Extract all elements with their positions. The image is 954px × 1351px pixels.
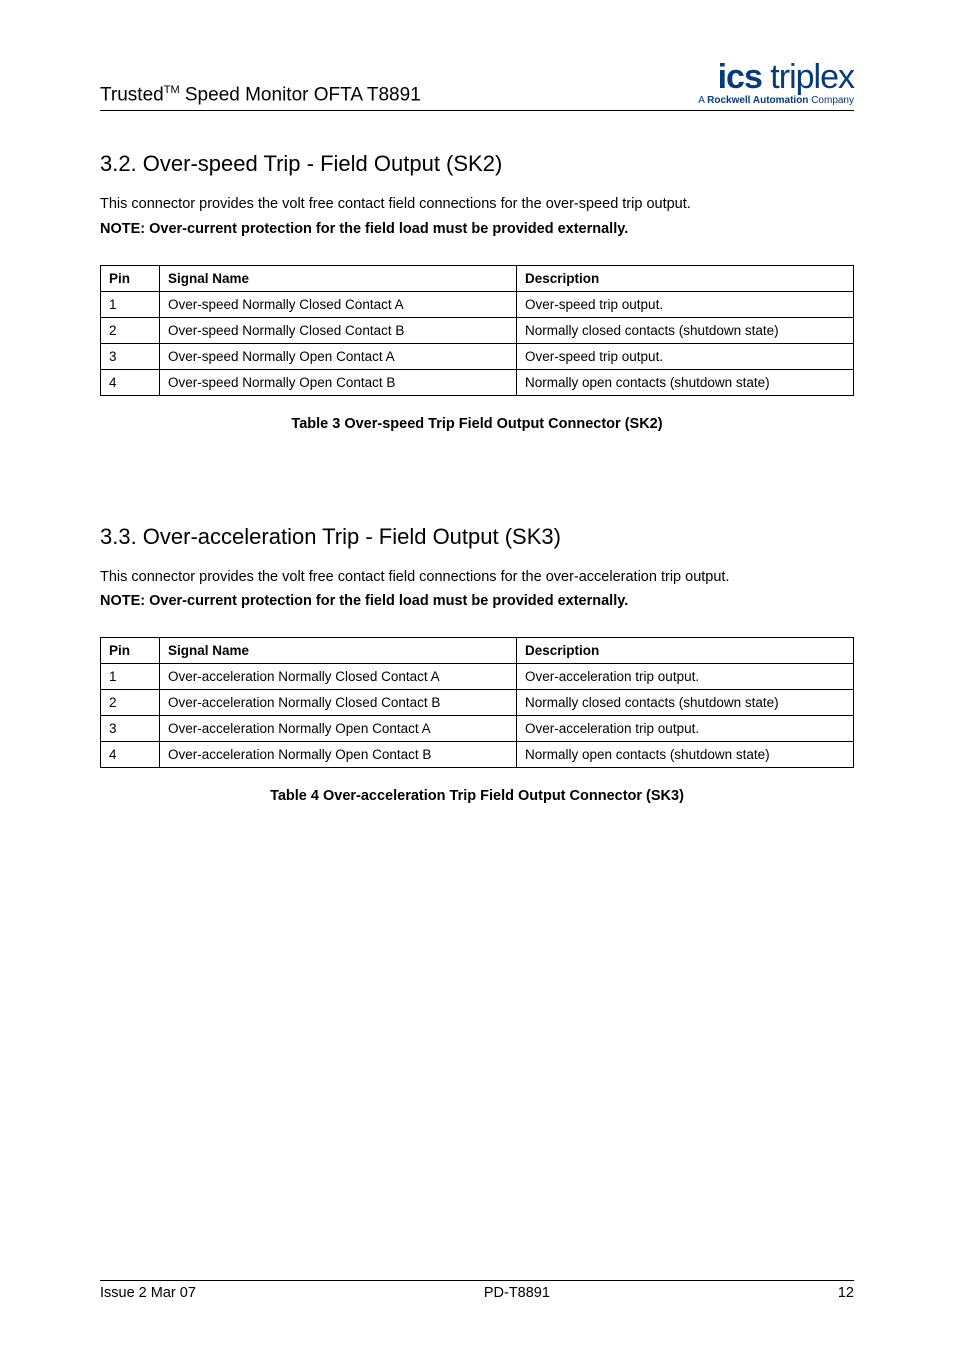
cell-desc: Normally open contacts (shutdown state) bbox=[517, 369, 854, 395]
table-sk2: Pin Signal Name Description 1 Over-speed… bbox=[100, 265, 854, 396]
cell-desc: Normally open contacts (shutdown state) bbox=[517, 742, 854, 768]
logo-text: ics triplex bbox=[698, 60, 854, 94]
page-footer: Issue 2 Mar 07 PD-T8891 12 bbox=[100, 1280, 854, 1301]
cell-desc: Normally closed contacts (shutdown state… bbox=[517, 690, 854, 716]
cell-signal: Over-speed Normally Closed Contact A bbox=[160, 291, 517, 317]
cell-signal: Over-speed Normally Open Contact B bbox=[160, 369, 517, 395]
table-row: 3 Over-speed Normally Open Contact A Ove… bbox=[101, 343, 854, 369]
cell-pin: 4 bbox=[101, 742, 160, 768]
col-desc: Description bbox=[517, 638, 854, 664]
table-header-row: Pin Signal Name Description bbox=[101, 638, 854, 664]
logo-sub-prefix: A bbox=[698, 95, 707, 106]
table-header-row: Pin Signal Name Description bbox=[101, 265, 854, 291]
cell-signal: Over-acceleration Normally Open Contact … bbox=[160, 716, 517, 742]
section-3-2-note: NOTE: Over-current protection for the fi… bbox=[100, 221, 854, 237]
title-prefix: Trusted bbox=[100, 84, 164, 105]
logo-bold: ics bbox=[718, 58, 762, 96]
cell-pin: 4 bbox=[101, 369, 160, 395]
cell-signal: Over-acceleration Normally Closed Contac… bbox=[160, 690, 517, 716]
section-3-3-note: NOTE: Over-current protection for the fi… bbox=[100, 593, 854, 609]
table-row: 3 Over-acceleration Normally Open Contac… bbox=[101, 716, 854, 742]
cell-pin: 1 bbox=[101, 664, 160, 690]
col-pin: Pin bbox=[101, 638, 160, 664]
table-row: 2 Over-speed Normally Closed Contact B N… bbox=[101, 317, 854, 343]
cell-pin: 2 bbox=[101, 690, 160, 716]
logo-light: triplex bbox=[762, 58, 854, 96]
col-signal: Signal Name bbox=[160, 638, 517, 664]
section-3-3-heading: 3.3. Over-acceleration Trip - Field Outp… bbox=[100, 524, 854, 550]
cell-signal: Over-speed Normally Open Contact A bbox=[160, 343, 517, 369]
footer-left: Issue 2 Mar 07 bbox=[100, 1285, 196, 1301]
section-3-2-intro: This connector provides the volt free co… bbox=[100, 195, 854, 215]
cell-pin: 3 bbox=[101, 343, 160, 369]
table-row: 2 Over-acceleration Normally Closed Cont… bbox=[101, 690, 854, 716]
section-3-3-intro: This connector provides the volt free co… bbox=[100, 568, 854, 588]
col-signal: Signal Name bbox=[160, 265, 517, 291]
cell-desc: Over-speed trip output. bbox=[517, 291, 854, 317]
logo-sub-suffix: Company bbox=[808, 95, 854, 106]
cell-pin: 2 bbox=[101, 317, 160, 343]
section-3-2-heading: 3.2. Over-speed Trip - Field Output (SK2… bbox=[100, 151, 854, 177]
table-row: 1 Over-speed Normally Closed Contact A O… bbox=[101, 291, 854, 317]
header-title: TrustedTM Speed Monitor OFTA T8891 bbox=[100, 84, 421, 106]
table-row: 1 Over-acceleration Normally Closed Cont… bbox=[101, 664, 854, 690]
table-row: 4 Over-acceleration Normally Open Contac… bbox=[101, 742, 854, 768]
table-sk3: Pin Signal Name Description 1 Over-accel… bbox=[100, 637, 854, 768]
table-3-caption: Table 3 Over-speed Trip Field Output Con… bbox=[100, 416, 854, 432]
footer-center: PD-T8891 bbox=[484, 1285, 550, 1301]
cell-signal: Over-acceleration Normally Closed Contac… bbox=[160, 664, 517, 690]
table-4-caption: Table 4 Over-acceleration Trip Field Out… bbox=[100, 788, 854, 804]
cell-desc: Over-acceleration trip output. bbox=[517, 716, 854, 742]
cell-pin: 1 bbox=[101, 291, 160, 317]
company-logo: ics triplex A Rockwell Automation Compan… bbox=[698, 60, 854, 106]
title-tm: TM bbox=[164, 84, 180, 96]
cell-pin: 3 bbox=[101, 716, 160, 742]
cell-signal: Over-speed Normally Closed Contact B bbox=[160, 317, 517, 343]
page-header: TrustedTM Speed Monitor OFTA T8891 ics t… bbox=[100, 60, 854, 111]
cell-desc: Over-speed trip output. bbox=[517, 343, 854, 369]
logo-subtext: A Rockwell Automation Company bbox=[698, 96, 854, 106]
footer-right: 12 bbox=[838, 1285, 854, 1301]
cell-desc: Over-acceleration trip output. bbox=[517, 664, 854, 690]
table-row: 4 Over-speed Normally Open Contact B Nor… bbox=[101, 369, 854, 395]
cell-desc: Normally closed contacts (shutdown state… bbox=[517, 317, 854, 343]
col-pin: Pin bbox=[101, 265, 160, 291]
col-desc: Description bbox=[517, 265, 854, 291]
logo-sub-bold: Rockwell Automation bbox=[707, 95, 808, 106]
title-rest: Speed Monitor OFTA T8891 bbox=[180, 84, 421, 105]
cell-signal: Over-acceleration Normally Open Contact … bbox=[160, 742, 517, 768]
